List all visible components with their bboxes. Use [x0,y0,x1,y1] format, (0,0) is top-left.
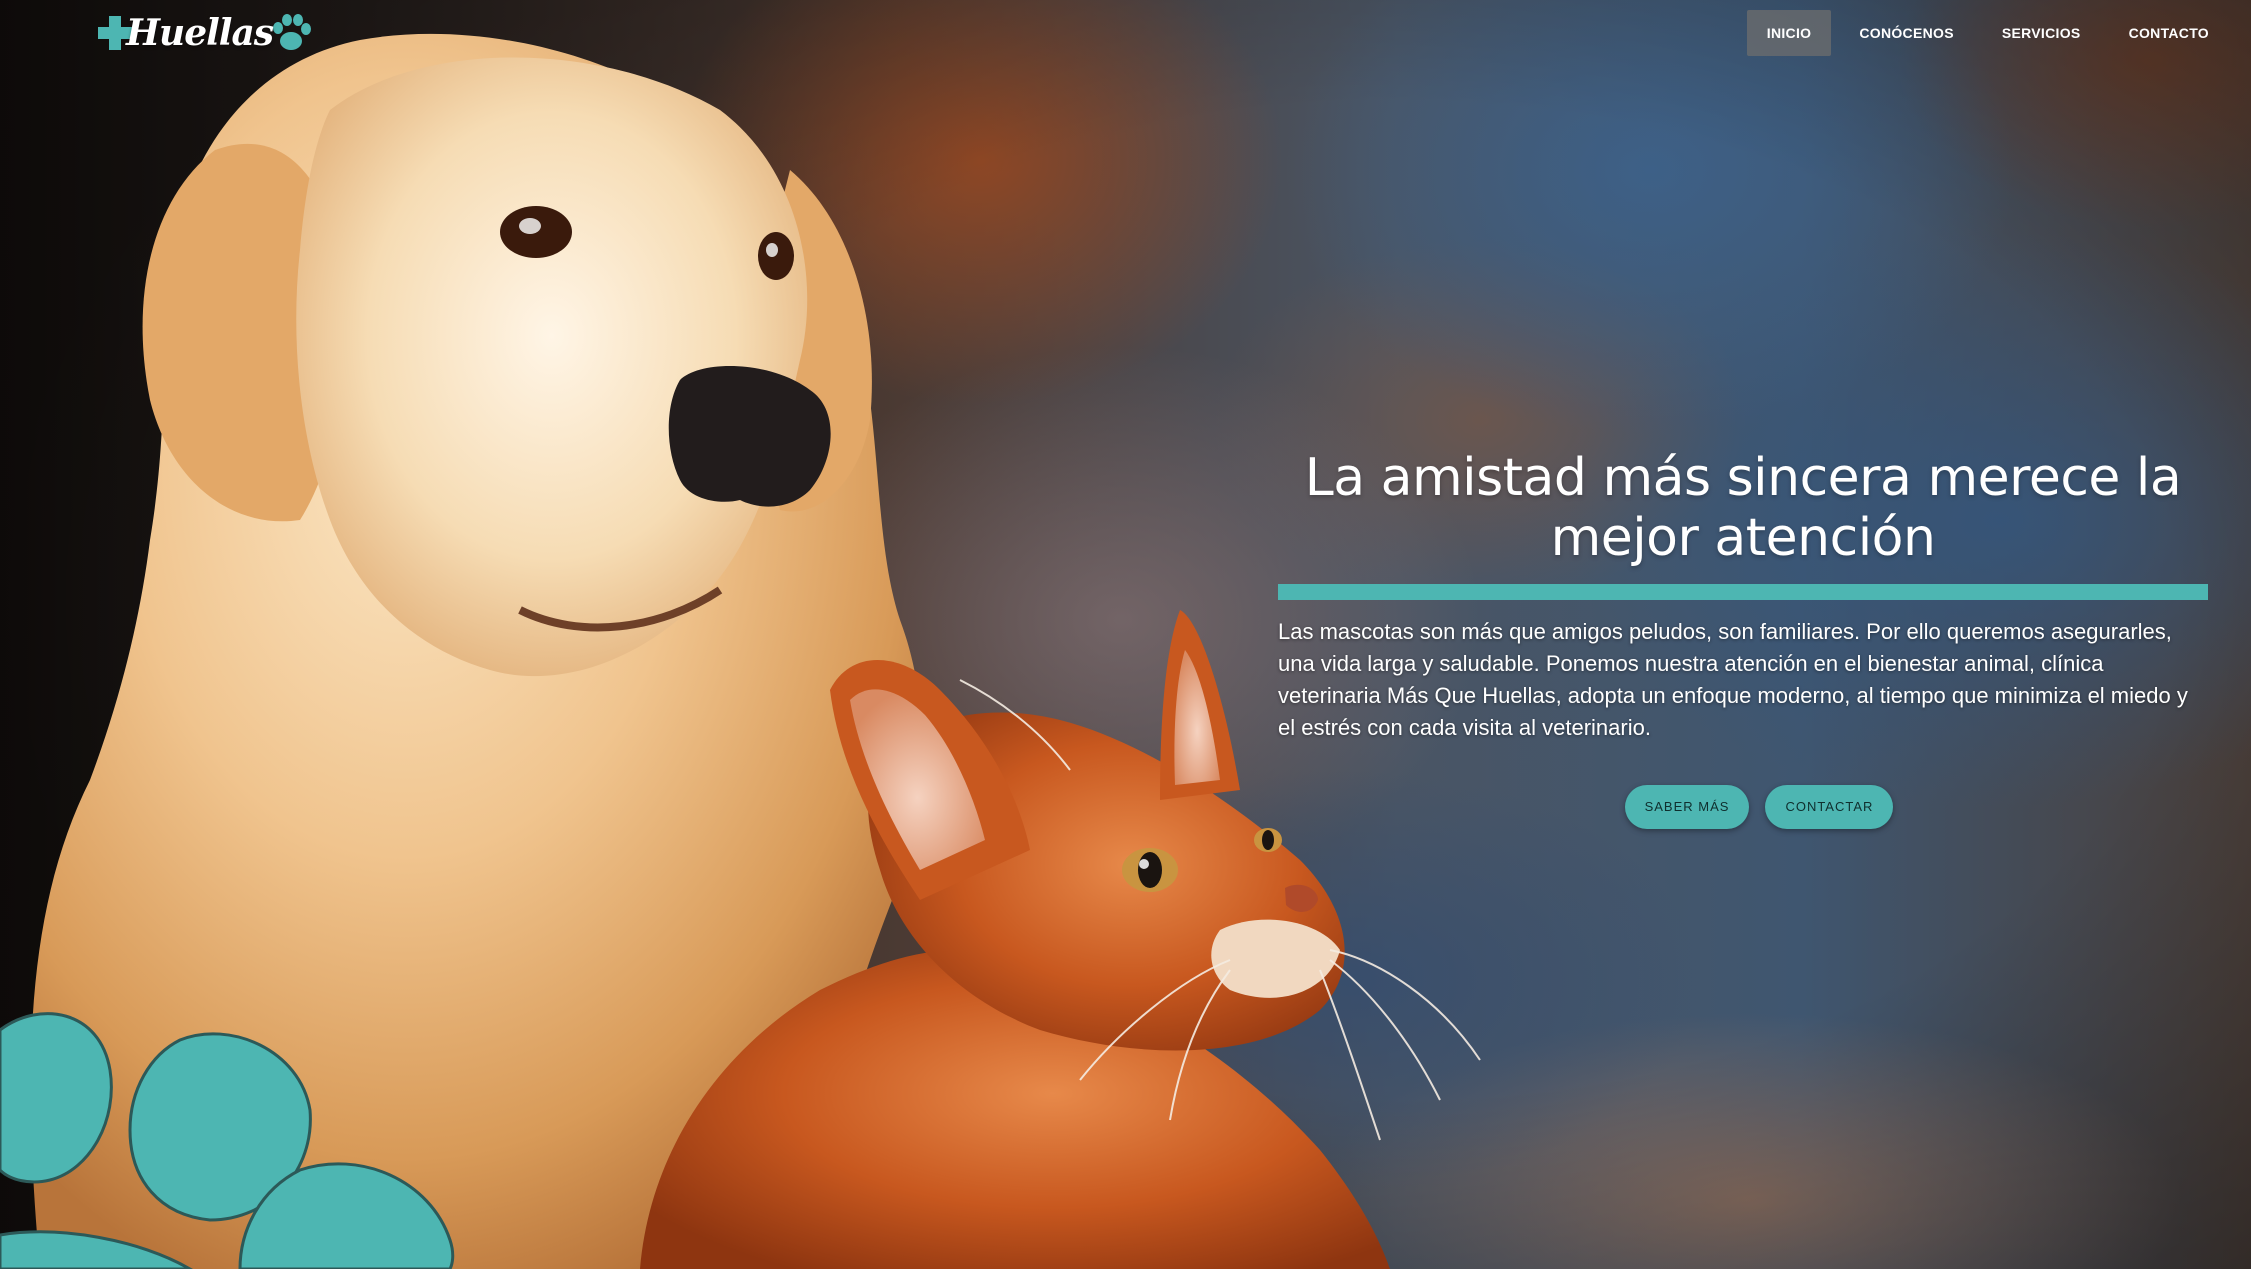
dog-eye-left-glint [519,218,541,234]
hero-section: La amistad más sincera merece la mejor a… [1278,448,2208,829]
nav-item-inicio[interactable]: INICIO [1746,10,1832,56]
hero-pets-image [0,33,1481,1269]
paw-print-icon [273,14,312,50]
nav-item-contacto[interactable]: CONTACTO [2109,10,2229,56]
nav-item-servicios[interactable]: SERVICIOS [1982,10,2101,56]
cat-pupil-left [1138,852,1162,888]
contactar-button[interactable]: CONTACTAR [1765,785,1894,829]
dog-eye-right [758,232,794,280]
hero-divider [1278,584,2208,600]
logo-text: Huellas [126,12,274,54]
hero-button-group: SABER MÁS CONTACTAR [1278,785,2208,829]
site-logo[interactable]: Huellas [98,4,313,62]
nav-item-conocenos[interactable]: CONÓCENOS [1839,10,1974,56]
main-nav: INICIO CONÓCENOS SERVICIOS CONTACTO [1746,10,2229,56]
cat-eye-left-glint [1139,859,1149,869]
cat-pupil-right [1262,830,1274,850]
hero-paragraph: Las mascotas son más que amigos peludos,… [1278,619,2188,740]
page: Huellas INICIO CONÓCENOS SERVICIOS CONTA… [0,0,2251,1269]
dog-eye-right-glint [766,243,778,257]
saber-mas-button[interactable]: SABER MÁS [1624,785,1750,829]
hero-title: La amistad más sincera merece la mejor a… [1304,448,2182,568]
